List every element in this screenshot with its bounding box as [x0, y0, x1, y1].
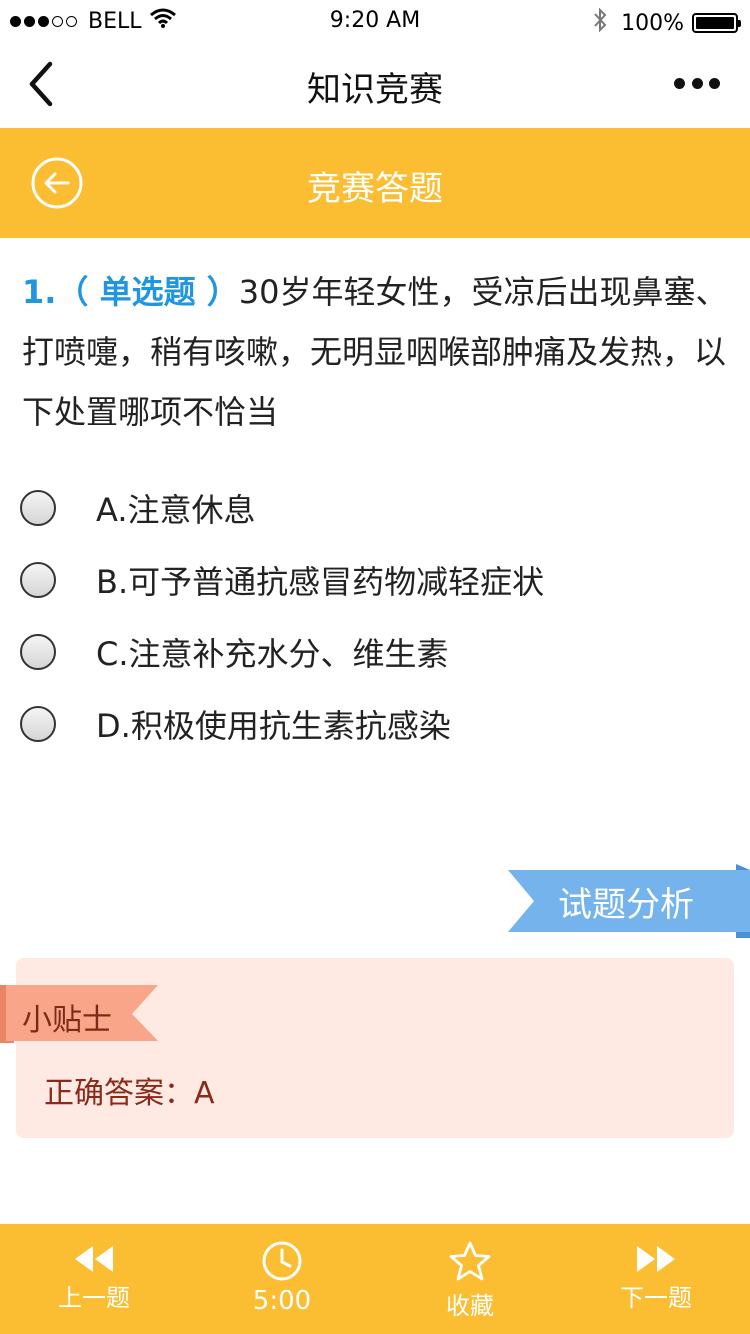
radio-button[interactable] [20, 634, 56, 670]
option-d[interactable]: D.积极使用抗生素抗感染 [20, 688, 732, 760]
previous-label: 上一题 [58, 1284, 130, 1312]
previous-question-button[interactable]: 上一题 [24, 1224, 164, 1334]
tips-title: 小贴士 [22, 1003, 112, 1038]
fast-forward-icon [637, 1246, 675, 1272]
analysis-button[interactable]: 试题分析 [508, 864, 750, 938]
status-bar: BELL 9:20 AM 100% [0, 0, 750, 40]
correct-answer: 正确答案：A [44, 1076, 215, 1111]
status-right: 100% [593, 7, 741, 38]
rewind-icon [75, 1246, 113, 1272]
question-text: 1.（ 单选题 ）30岁年轻女性，受凉后出现鼻塞、打喷嚏，稍有咳嗽，无明显咽喉部… [22, 262, 734, 442]
question-type: （ 单选题 ） [56, 273, 239, 311]
analysis-label: 试题分析 [558, 885, 694, 925]
radio-button[interactable] [20, 706, 56, 742]
tips-ribbon: 小贴士 [0, 985, 160, 1043]
star-icon [449, 1241, 491, 1281]
page-title: 竞赛答题 [307, 169, 443, 209]
nav-title: 知识竞赛 [307, 70, 443, 110]
radio-button[interactable] [20, 490, 56, 526]
navigation-bar: 知识竞赛 [0, 40, 750, 128]
option-label: D.积极使用抗生素抗感染 [96, 707, 451, 745]
option-label: C.注意补充水分、维生素 [96, 635, 449, 673]
option-b[interactable]: B.可予普通抗感冒药物减轻症状 [20, 544, 732, 616]
bluetooth-icon [593, 7, 607, 38]
question-number: 1. [22, 273, 57, 311]
next-question-button[interactable]: 下一题 [586, 1224, 726, 1334]
next-label: 下一题 [620, 1284, 692, 1312]
page-header: 竞赛答题 [0, 128, 750, 238]
option-a[interactable]: A.注意休息 [20, 472, 732, 544]
battery-icon [692, 13, 741, 33]
option-label: B.可予普通抗感冒药物减轻症状 [96, 563, 545, 601]
battery-percent: 100% [621, 10, 684, 36]
more-options-icon[interactable] [674, 70, 720, 96]
option-label: A.注意休息 [96, 491, 256, 529]
bottom-toolbar: 上一题 5:00 收藏 下一题 [0, 1224, 750, 1334]
favorite-button[interactable]: 收藏 [400, 1224, 540, 1334]
favorite-label: 收藏 [446, 1292, 494, 1320]
radio-button[interactable] [20, 562, 56, 598]
answer-options: A.注意休息 B.可予普通抗感冒药物减轻症状 C.注意补充水分、维生素 D.积极… [20, 472, 732, 760]
option-c[interactable]: C.注意补充水分、维生素 [20, 616, 732, 688]
timer: 5:00 [212, 1224, 352, 1334]
timer-value: 5:00 [252, 1286, 312, 1316]
clock-icon [262, 1241, 302, 1281]
